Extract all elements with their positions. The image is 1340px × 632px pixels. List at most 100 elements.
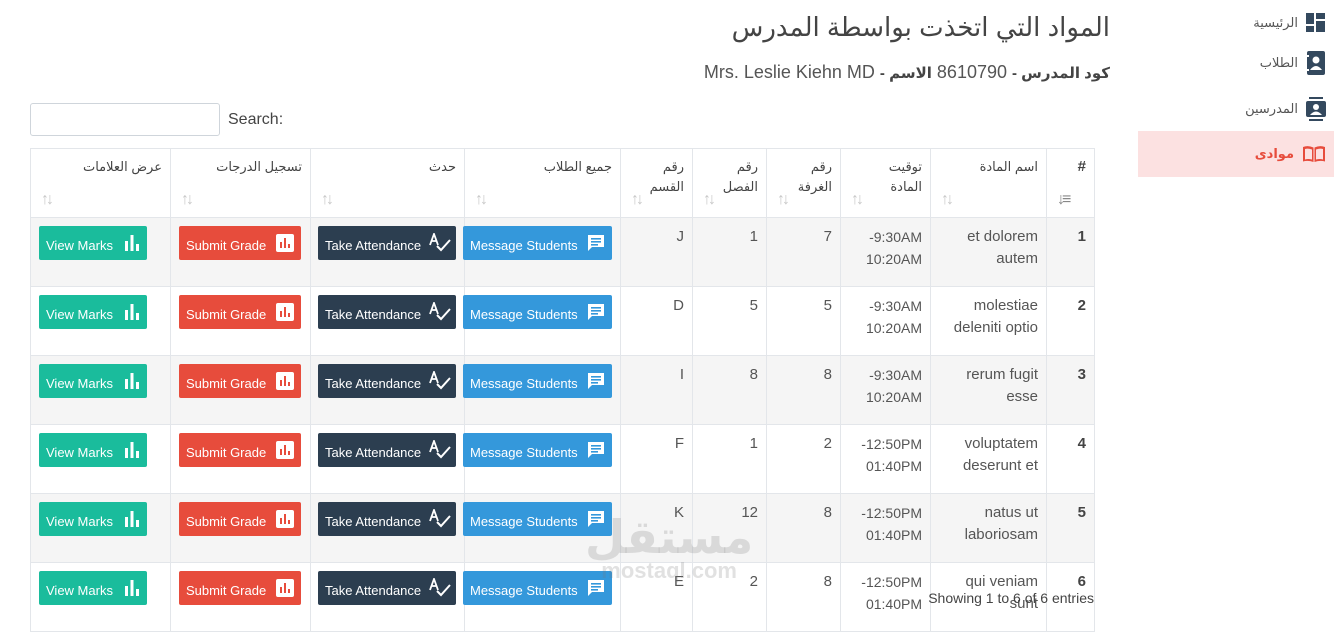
row-number: 5 [1046,493,1095,563]
students-cell: Message Students [463,493,621,563]
chat-icon [586,509,606,529]
table-row: 3 rerum fugit esse 9:30AM- 10:20AM 8 8 I M… [30,355,1095,425]
take-attendance-button[interactable]: Take Attendance [318,433,456,467]
view-marks-button[interactable]: View Marks [39,226,147,260]
sort-icon: ↑↓ [941,191,954,208]
event-cell: Take Attendance [310,424,465,494]
message-students-button[interactable]: Message Students [463,226,612,260]
teacher-code-label: كود المدرس - [1012,65,1110,82]
dashboard-icon [1306,13,1326,33]
grades-cell: Submit Grade [170,286,311,356]
book-icon [1302,145,1326,163]
sort-icon: ↑↓ [851,191,864,208]
sidebar-item-label: الرئيسية [1253,15,1298,30]
search-box: Search: [30,102,283,137]
chat-icon [586,302,606,322]
message-students-button[interactable]: Message Students [463,364,612,398]
sort-icon: ↑↓ [631,191,644,208]
sidebar-item-teachers[interactable]: المدرسين [1138,86,1334,132]
submit-grade-button[interactable]: Submit Grade [179,364,301,398]
class-number: 2 [692,562,767,632]
sidebar-item-my-subjects[interactable]: موادى [1138,131,1334,177]
section-number: J [620,217,693,287]
take-attendance-button[interactable]: Take Attendance [318,502,456,536]
section-number: D [620,286,693,356]
submit-grade-button[interactable]: Submit Grade [179,502,301,536]
marks-cell: View Marks [30,562,171,632]
bar-chart-box-icon [276,510,294,528]
subject-name: et dolorem autem [930,217,1047,287]
class-number: 12 [692,493,767,563]
grades-cell: Submit Grade [170,355,311,425]
table-row: 4 voluptatem deserunt et 12:50PM- 01:40PM … [30,424,1095,494]
take-attendance-button[interactable]: Take Attendance [318,364,456,398]
bar-chart-box-icon [276,303,294,321]
spellcheck-icon [429,509,451,529]
view-marks-button[interactable]: View Marks [39,295,147,329]
grades-cell: Submit Grade [170,424,311,494]
subject-time: 9:30AM- 10:20AM [840,355,931,425]
col-header-subject[interactable]: اسم المادة ↑↓ [930,148,1047,218]
teacher-name: Mrs. Leslie Kiehn MD [703,62,875,82]
event-cell: Take Attendance [310,493,465,563]
bar-chart-icon [124,442,140,458]
marks-cell: View Marks [30,424,171,494]
teacher-info: كود المدرس - 8610790 الاسم - Mrs. Leslie… [704,62,1110,83]
view-marks-button[interactable]: View Marks [39,433,147,467]
subject-time: 9:30AM- 10:20AM [840,286,931,356]
sidebar-item-students[interactable]: الطلاب [1138,40,1334,86]
subject-time: 12:50PM- 01:40PM [840,424,931,494]
sort-icon: ↑↓ [777,191,790,208]
col-header-marks[interactable]: عرض العلامات ↑↓ [30,148,171,218]
spellcheck-icon [429,371,451,391]
submit-grade-button[interactable]: Submit Grade [179,571,301,605]
subject-time: 12:50PM- 01:40PM [840,493,931,563]
bar-chart-icon [124,511,140,527]
bar-chart-box-icon [276,579,294,597]
chat-icon [586,440,606,460]
message-students-button[interactable]: Message Students [463,571,612,605]
message-students-button[interactable]: Message Students [463,295,612,329]
message-students-button[interactable]: Message Students [463,433,612,467]
search-input[interactable] [30,103,220,136]
submit-grade-button[interactable]: Submit Grade [179,295,301,329]
subjects-table: # ↓≡ اسم المادة ↑↓ توقيت المادة ↑↓ رقم الغرفة… [30,148,1095,632]
view-marks-button[interactable]: View Marks [39,571,147,605]
event-cell: Take Attendance [310,355,465,425]
table-header-row: # ↓≡ اسم المادة ↑↓ توقيت المادة ↑↓ رقم الغرفة… [30,148,1095,218]
students-cell: Message Students [463,424,621,494]
students-cell: Message Students [463,562,621,632]
bar-chart-icon [124,580,140,596]
sort-icon: ↑↓ [321,191,334,208]
teacher-code: 8610790 [936,62,1007,82]
take-attendance-button[interactable]: Take Attendance [318,295,456,329]
submit-grade-button[interactable]: Submit Grade [179,433,301,467]
col-header-num[interactable]: # ↓≡ [1046,148,1095,218]
class-number: 1 [692,217,767,287]
col-header-room[interactable]: رقم الغرفة ↑↓ [766,148,841,218]
subject-name: molestiae deleniti optio [930,286,1047,356]
take-attendance-button[interactable]: Take Attendance [318,226,456,260]
sidebar-item-label: موادى [1254,146,1294,161]
bar-chart-box-icon [276,372,294,390]
spellcheck-icon [429,440,451,460]
subject-name: voluptatem deserunt et [930,424,1047,494]
grades-cell: Submit Grade [170,562,311,632]
students-cell: Message Students [463,286,621,356]
submit-grade-button[interactable]: Submit Grade [179,226,301,260]
take-attendance-button[interactable]: Take Attendance [318,571,456,605]
class-number: 5 [692,286,767,356]
class-number: 8 [692,355,767,425]
bar-chart-box-icon [276,234,294,252]
col-header-students[interactable]: جميع الطلاب ↑↓ [464,148,621,218]
sort-asc-icon: ↓≡ [1057,191,1071,208]
col-header-section[interactable]: رقم القسم ↑↓ [620,148,693,218]
col-header-grades[interactable]: تسجيل الدرجات ↑↓ [170,148,311,218]
col-header-time[interactable]: توقيت المادة ↑↓ [840,148,931,218]
row-number: 2 [1046,286,1095,356]
col-header-event[interactable]: حدث ↑↓ [310,148,465,218]
view-marks-button[interactable]: View Marks [39,502,147,536]
view-marks-button[interactable]: View Marks [39,364,147,398]
col-header-class[interactable]: رقم الفصل ↑↓ [692,148,767,218]
message-students-button[interactable]: Message Students [463,502,612,536]
